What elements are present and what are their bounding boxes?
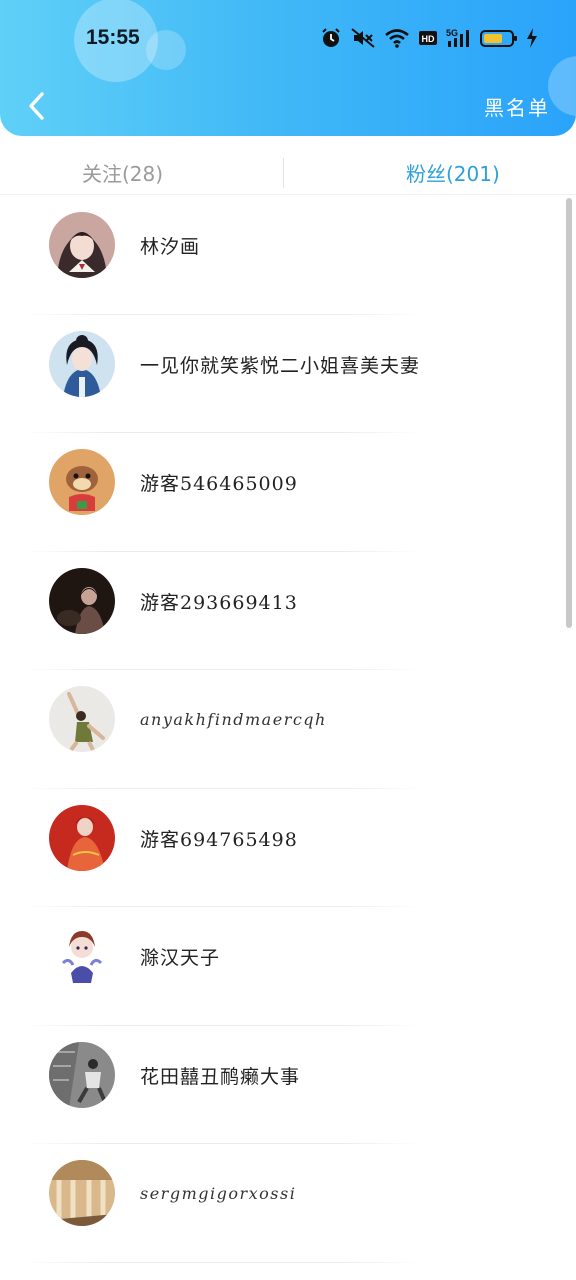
fan-name[interactable]: 游客546465009 bbox=[140, 469, 298, 496]
list-item[interactable]: 滁汉天子 bbox=[0, 907, 566, 1026]
tab-divider bbox=[283, 158, 284, 188]
fan-name[interactable]: 游客293669413 bbox=[140, 588, 298, 615]
list-item[interactable]: 游客694765498 bbox=[0, 789, 566, 907]
beige-photo-avatar[interactable] bbox=[49, 1160, 115, 1226]
cartoon-dog-avatar[interactable] bbox=[49, 449, 115, 515]
tab-bar-divider bbox=[0, 194, 576, 195]
wifi-icon bbox=[385, 29, 409, 48]
status-time: 15:55 bbox=[86, 26, 140, 49]
svg-text:5G: 5G bbox=[446, 28, 458, 38]
alarm-icon bbox=[322, 28, 340, 47]
5g-signal-icon: 5G bbox=[446, 28, 469, 47]
mute-icon bbox=[351, 28, 375, 48]
anime-girl-avatar[interactable] bbox=[49, 212, 115, 278]
fan-name[interactable]: anyakhfindmaercqh bbox=[140, 710, 327, 729]
fan-name[interactable]: sergmgigorxossi bbox=[140, 1184, 296, 1203]
battery-icon bbox=[480, 30, 517, 47]
hd-icon: HD bbox=[419, 31, 437, 45]
list-item[interactable]: 游客293669413 bbox=[0, 552, 566, 670]
tab-bar: 关注(28) 粉丝(201) bbox=[0, 136, 576, 198]
list-item[interactable]: sergmgigorxossi bbox=[0, 1144, 566, 1263]
chevron-left-icon bbox=[29, 92, 44, 120]
dark-photo-avatar[interactable] bbox=[49, 567, 115, 634]
decorative-bubble bbox=[548, 56, 576, 116]
list-item[interactable]: 一见你就笑紫悦二小姐喜美夫妻 bbox=[0, 315, 566, 433]
list-item[interactable]: 游客546465009 bbox=[0, 433, 566, 552]
dancer-avatar[interactable] bbox=[49, 686, 115, 752]
blacklist-button[interactable]: 黑名单 bbox=[484, 92, 550, 121]
charging-icon bbox=[527, 28, 537, 48]
list-item[interactable]: 林汐画 bbox=[0, 196, 566, 315]
fan-name[interactable]: 游客694765498 bbox=[140, 825, 298, 852]
tab-following[interactable]: 关注(28) bbox=[82, 158, 163, 187]
costume-girl-avatar[interactable] bbox=[49, 330, 115, 397]
grey-photo-avatar[interactable] bbox=[49, 1041, 115, 1108]
row-divider bbox=[22, 1261, 422, 1263]
red-dress-avatar[interactable] bbox=[49, 804, 115, 871]
fan-name[interactable]: 花田囍丑鸸癞大事 bbox=[140, 1062, 300, 1089]
fan-name[interactable]: 一见你就笑紫悦二小姐喜美夫妻 bbox=[140, 351, 420, 378]
back-button[interactable] bbox=[18, 86, 54, 126]
tab-fans[interactable]: 粉丝(201) bbox=[406, 158, 500, 187]
list-item[interactable]: anyakhfindmaercqh bbox=[0, 670, 566, 789]
fan-name[interactable]: 滁汉天子 bbox=[140, 943, 220, 970]
list-scrollbar[interactable] bbox=[566, 198, 572, 628]
chibi-avatar[interactable] bbox=[49, 923, 115, 989]
decorative-bubble bbox=[146, 30, 186, 70]
header-bar: 15:55 HD 5G 黑名单 bbox=[0, 0, 576, 136]
status-icons: HD 5G bbox=[320, 26, 538, 50]
fans-list: 林汐画 一见你就笑紫悦二小姐喜美夫妻 游客546465009 游客2936694… bbox=[0, 196, 566, 1263]
svg-text:HD: HD bbox=[422, 34, 435, 44]
list-item[interactable]: 花田囍丑鸸癞大事 bbox=[0, 1026, 566, 1144]
fan-name[interactable]: 林汐画 bbox=[140, 232, 200, 259]
